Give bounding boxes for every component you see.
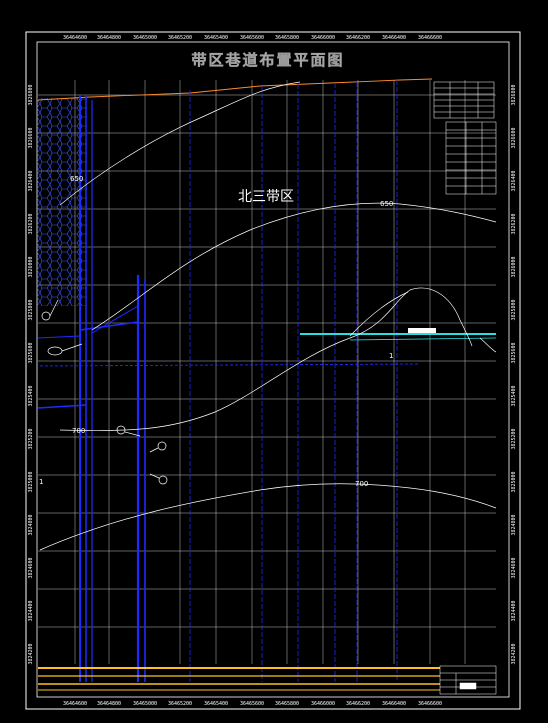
right-coordinate-label: 3824800 bbox=[511, 514, 517, 535]
right-coordinate-label: 3826600 bbox=[511, 127, 517, 148]
bottom-coordinate-label: 36466000 bbox=[311, 701, 335, 707]
right-coordinate-label: 3826000 bbox=[511, 256, 517, 277]
bottom-coordinate-label: 36466200 bbox=[346, 701, 370, 707]
right-coordinate-label: 3825200 bbox=[511, 428, 517, 449]
top-coordinate-label: 36466200 bbox=[346, 35, 370, 41]
left-coordinate-label: 3826000 bbox=[28, 256, 34, 277]
right-coordinate-label: 3825600 bbox=[511, 342, 517, 363]
contour-label-700-left: 700 bbox=[72, 427, 85, 435]
right-coordinate-label: 3825000 bbox=[511, 471, 517, 492]
left-coordinate-label: 3824800 bbox=[28, 514, 34, 535]
left-coordinate-label: 3826600 bbox=[28, 127, 34, 148]
top-coordinate-label: 36465800 bbox=[275, 35, 299, 41]
top-coordinate-label: 36465000 bbox=[133, 35, 157, 41]
contour-label-650-left: 650 bbox=[70, 175, 83, 183]
right-coordinate-label: 3826400 bbox=[511, 170, 517, 191]
top-coordinate-labels: 36464600 36464800 36465000 36465200 36465400… bbox=[63, 35, 442, 41]
bottom-coordinate-label: 36466600 bbox=[418, 701, 442, 707]
left-coordinate-label: 3824200 bbox=[28, 643, 34, 664]
bottom-coordinate-label: 36466400 bbox=[382, 701, 406, 707]
bottom-coordinate-labels: 36464600 36464800 36465000 36465200 36465400… bbox=[63, 701, 442, 707]
mine-plan-drawing: 带区巷道布置平面图 36464600 36464800 36465000 364652… bbox=[0, 0, 548, 723]
left-coordinate-label: 3824600 bbox=[28, 557, 34, 578]
top-coordinate-label: 36464800 bbox=[97, 35, 121, 41]
marker-label-1: 1 bbox=[39, 478, 43, 486]
left-coordinate-label: 3826800 bbox=[28, 84, 34, 105]
left-coordinate-label: 3826400 bbox=[28, 170, 34, 191]
right-coordinate-label: 3825400 bbox=[511, 385, 517, 406]
bottom-coordinate-label: 36465600 bbox=[240, 701, 264, 707]
top-coordinate-label: 36466600 bbox=[418, 35, 442, 41]
top-coordinate-label: 36466400 bbox=[382, 35, 406, 41]
top-coordinate-label: 36465600 bbox=[240, 35, 264, 41]
drawing-title: 带区巷道布置平面图 bbox=[191, 51, 344, 69]
left-coordinate-label: 3826200 bbox=[28, 213, 34, 234]
right-coordinate-label: 3825800 bbox=[511, 299, 517, 320]
right-coordinate-label: 3826800 bbox=[511, 84, 517, 105]
area-label: 北三带区 bbox=[238, 189, 294, 205]
top-coordinate-label: 36466000 bbox=[311, 35, 335, 41]
contour-label-700-right: 700 bbox=[355, 480, 368, 488]
bottom-coordinate-label: 36464800 bbox=[97, 701, 121, 707]
top-coordinate-label: 36465200 bbox=[168, 35, 192, 41]
right-coordinate-label: 3824200 bbox=[511, 643, 517, 664]
left-coordinate-label: 3825400 bbox=[28, 385, 34, 406]
left-coordinate-label: 3825800 bbox=[28, 299, 34, 320]
left-coordinate-label: 3825600 bbox=[28, 342, 34, 363]
bottom-coordinate-label: 36465800 bbox=[275, 701, 299, 707]
left-coordinate-label: 3824400 bbox=[28, 600, 34, 621]
left-coordinate-label: 3825200 bbox=[28, 428, 34, 449]
top-coordinate-label: 36465400 bbox=[204, 35, 228, 41]
marker-label-2: 1 bbox=[389, 352, 393, 360]
contour-label-650-right: 650 bbox=[380, 200, 393, 208]
bottom-coordinate-label: 36465400 bbox=[204, 701, 228, 707]
bottom-coordinate-label: 36465200 bbox=[168, 701, 192, 707]
left-coordinate-label: 3825000 bbox=[28, 471, 34, 492]
right-coordinate-label: 3826200 bbox=[511, 213, 517, 234]
bottom-coordinate-label: 36464600 bbox=[63, 701, 87, 707]
top-coordinate-label: 36464600 bbox=[63, 35, 87, 41]
bottom-coordinate-label: 36465000 bbox=[133, 701, 157, 707]
right-coordinate-label: 3824400 bbox=[511, 600, 517, 621]
right-coordinate-label: 3824600 bbox=[511, 557, 517, 578]
